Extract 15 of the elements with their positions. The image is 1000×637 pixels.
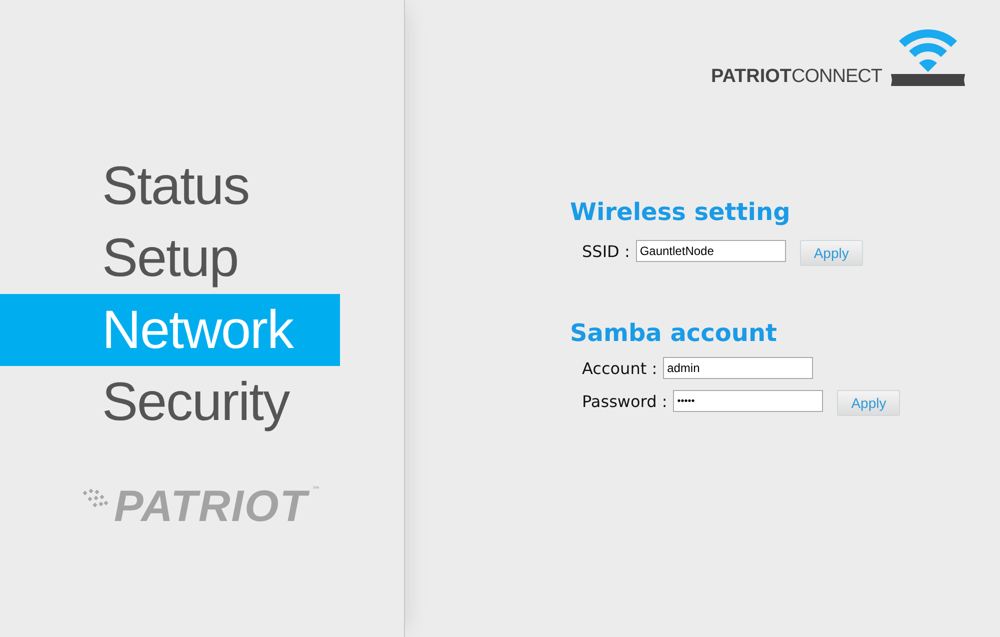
menu-item[interactable]: Setup — [0, 222, 340, 294]
section-title: Wireless setting — [570, 198, 792, 226]
password-field[interactable]: ••••• — [673, 390, 824, 412]
input-field[interactable]: GauntletNode — [636, 240, 786, 262]
patriot-logo: PATRIOT — [114, 482, 308, 532]
field-label: SSID : — [582, 242, 630, 260]
field-label: Account : — [582, 358, 658, 378]
field-label: Password : — [582, 392, 668, 410]
input-field[interactable]: admin — [663, 357, 814, 379]
section-title: Samba account — [570, 319, 778, 347]
menu-item[interactable]: Status — [0, 150, 340, 222]
trademark: ™ — [312, 486, 321, 496]
brand-name: PATRIOT — [710, 66, 792, 88]
menu-item[interactable]: Security — [0, 366, 340, 438]
brand-name: CONNECT — [792, 66, 882, 88]
